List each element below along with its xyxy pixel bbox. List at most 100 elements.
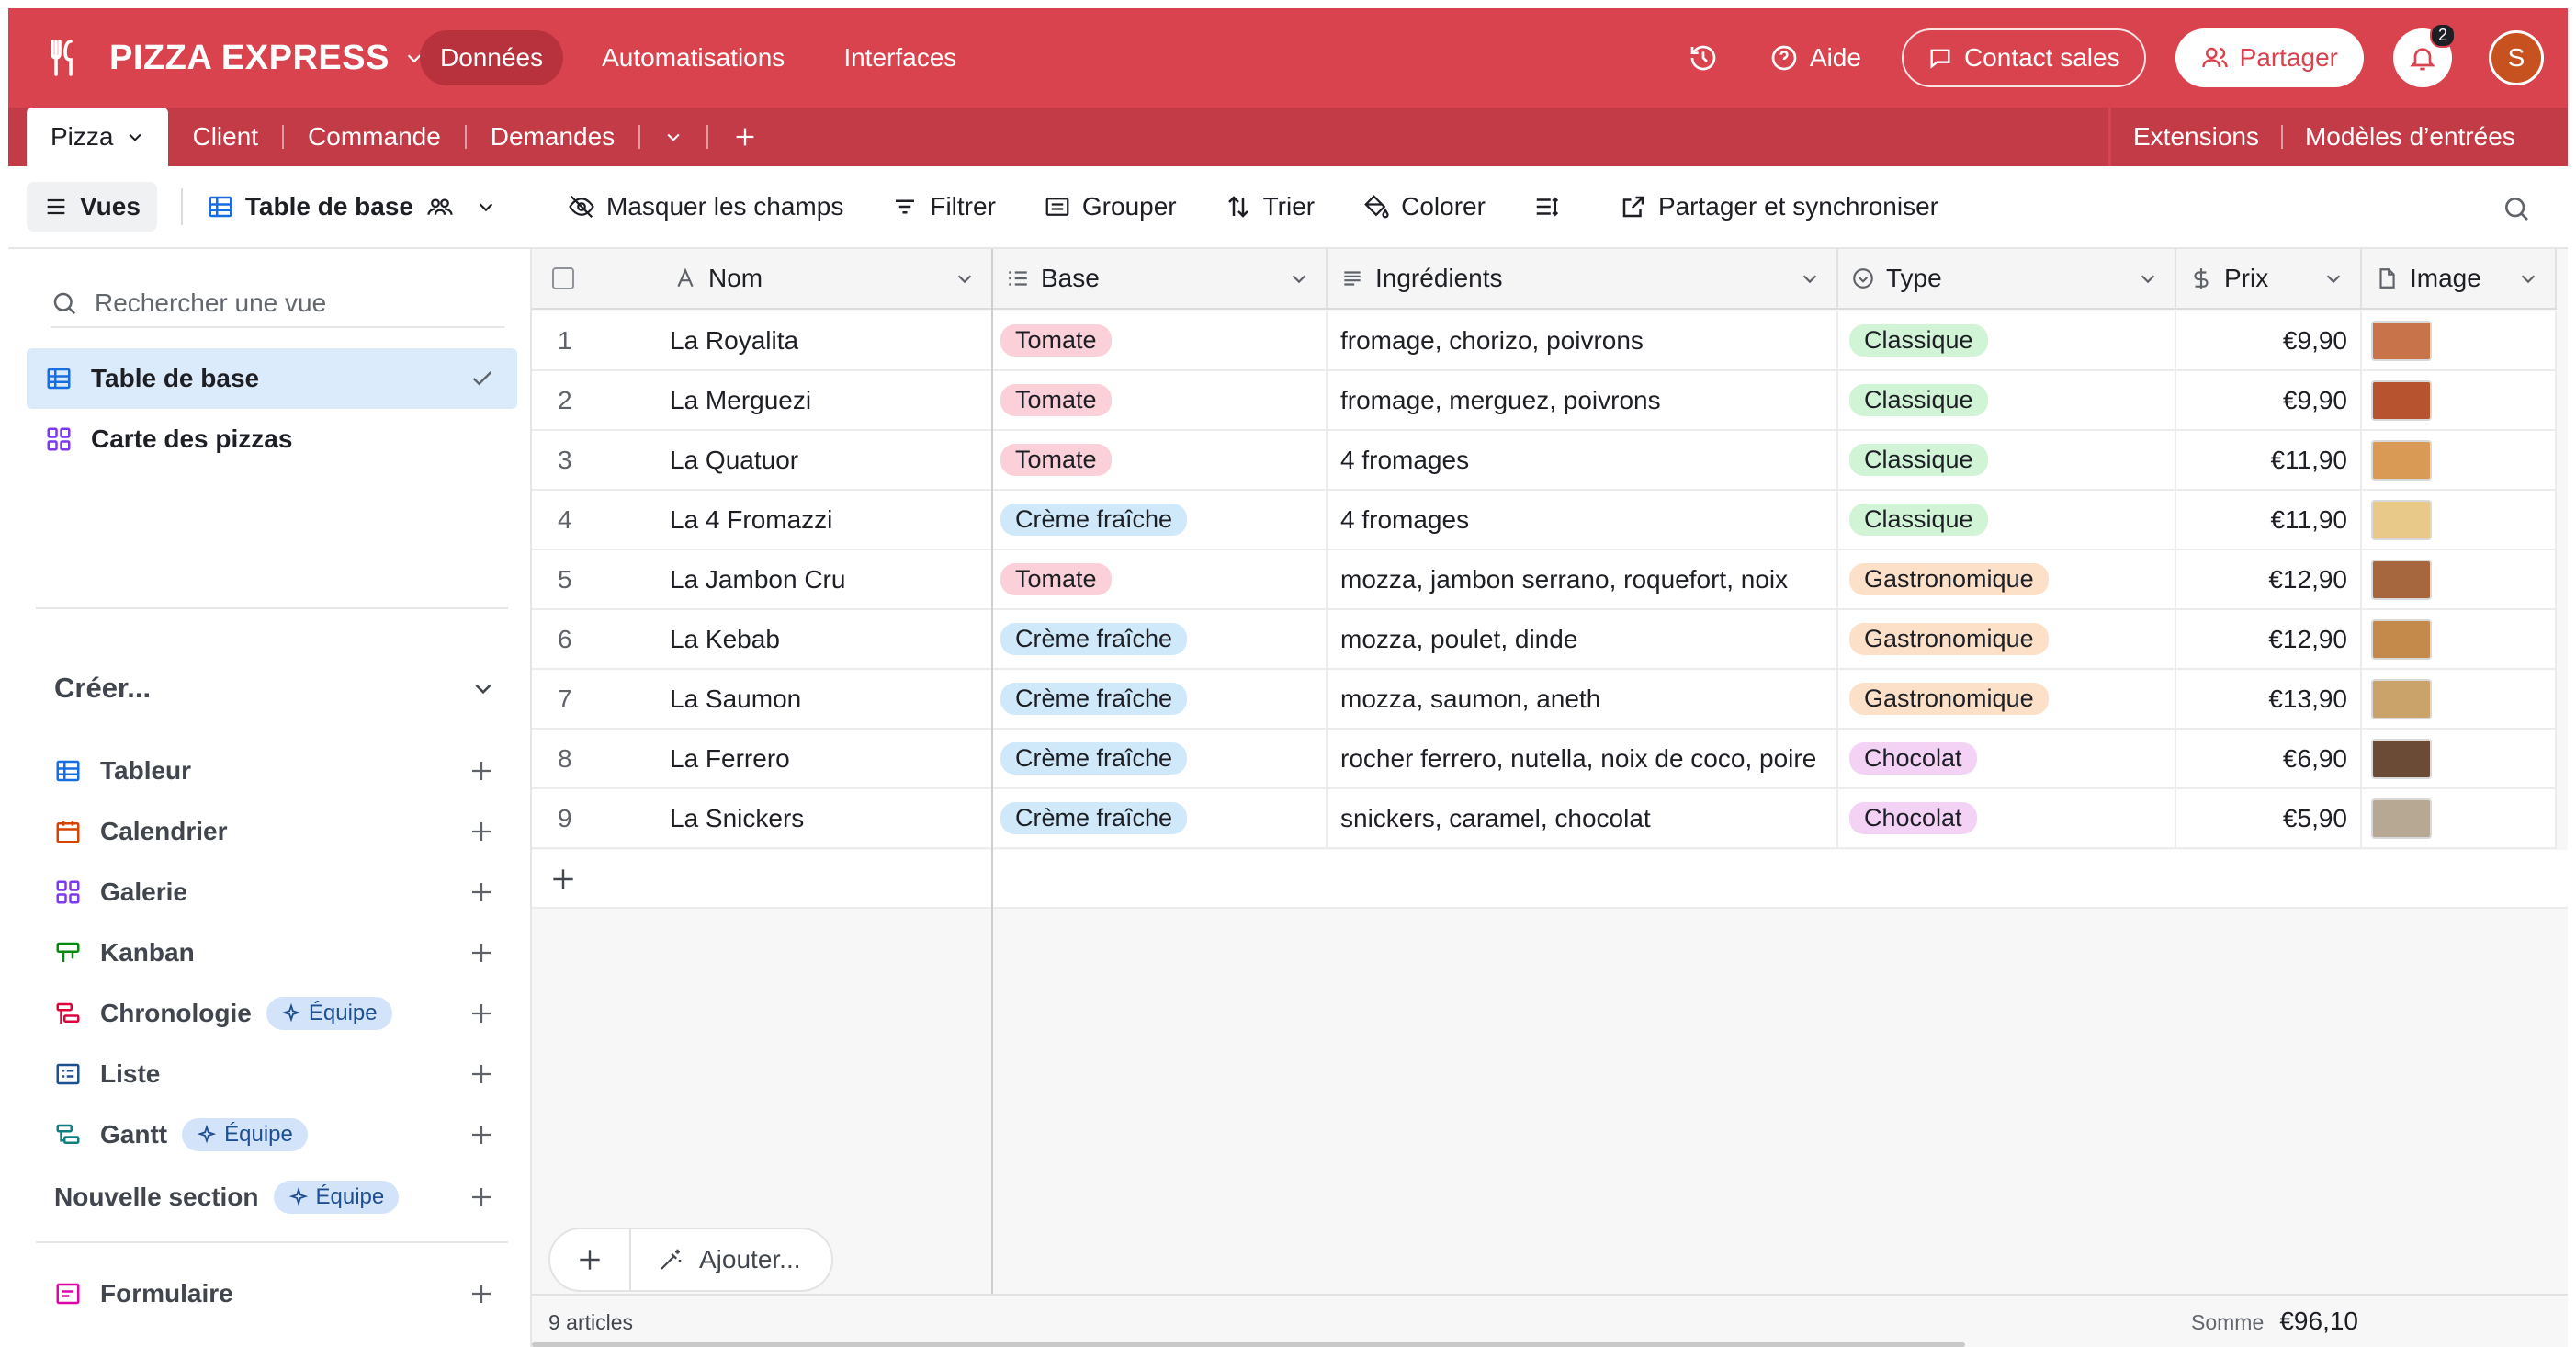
chevron-down-icon[interactable] (2518, 268, 2538, 289)
cell-type[interactable]: Gastronomique (1838, 670, 2176, 728)
cell-ingredients[interactable]: snickers, caramel, chocolat (1328, 789, 1838, 847)
cell-type[interactable]: Classique (1838, 431, 2176, 489)
cell-base[interactable]: Crème fraîche (991, 730, 1328, 787)
avatar[interactable]: S (2489, 30, 2544, 85)
chevron-down-icon[interactable] (1800, 268, 1820, 289)
column-header-image[interactable]: Image (2362, 249, 2557, 308)
column-header-type[interactable]: Type (1838, 249, 2176, 308)
row-height-button[interactable] (1533, 193, 1572, 221)
column-header-ingredients[interactable]: Ingrédients (1328, 249, 1838, 308)
cell-ingredients[interactable]: fromage, merguez, poivrons (1328, 371, 1838, 429)
add-record-button[interactable] (550, 1229, 631, 1290)
cell-image[interactable] (2362, 431, 2557, 489)
create-formulaire[interactable]: Formulaire (54, 1271, 495, 1317)
cell-type[interactable]: Chocolat (1838, 730, 2176, 787)
share-button[interactable]: Partager (2175, 28, 2364, 87)
cell-type[interactable]: Gastronomique (1838, 550, 2176, 608)
cell-prix[interactable]: €11,90 (2176, 431, 2362, 489)
cell-ingredients[interactable]: mozza, saumon, aneth (1328, 670, 1838, 728)
extensions-button[interactable]: Extensions (2111, 122, 2281, 152)
color-button[interactable]: Colorer (1362, 192, 1486, 221)
group-button[interactable]: Grouper (1044, 192, 1177, 221)
cell-type[interactable]: Gastronomique (1838, 610, 2176, 668)
column-header-nom[interactable]: Nom (532, 249, 991, 308)
cell-image[interactable] (2362, 610, 2557, 668)
table-row[interactable]: 9 La Snickers Crème fraîche snickers, caram… (532, 789, 2557, 849)
cell-image[interactable] (2362, 789, 2557, 847)
cell-type[interactable]: Chocolat (1838, 789, 2176, 847)
sidebar-view-carte-des-pizzas[interactable]: Carte des pizzas (27, 409, 517, 470)
base-switcher[interactable]: PIZZA EXPRESS (41, 30, 424, 85)
pizza-thumbnail[interactable] (2371, 379, 2432, 421)
add-table-button[interactable] (708, 108, 782, 166)
tab-pizza[interactable]: Pizza (27, 108, 169, 166)
table-row[interactable]: 5 La Jambon Cru Tomate mozza, jambon serran… (532, 550, 2557, 610)
views-toggle-button[interactable]: Vues (27, 182, 157, 232)
cell-image[interactable] (2362, 491, 2557, 549)
chevron-down-icon[interactable] (955, 268, 975, 289)
create-kanban[interactable]: Kanban (54, 930, 495, 976)
sort-button[interactable]: Trier (1225, 192, 1315, 221)
cell-nom[interactable]: La Royalita (657, 311, 991, 369)
chevron-down-icon[interactable] (2138, 268, 2158, 289)
nav-interfaces[interactable]: Interfaces (823, 30, 977, 85)
table-row[interactable]: 8 La Ferrero Crème fraîche rocher ferrero, … (532, 730, 2557, 789)
cell-image[interactable] (2362, 550, 2557, 608)
create-calendrier[interactable]: Calendrier (54, 809, 495, 855)
help-button[interactable]: Aide (1769, 43, 1861, 73)
pizza-thumbnail[interactable] (2371, 618, 2432, 660)
ai-add-button[interactable]: Ajouter... (631, 1245, 801, 1274)
cell-ingredients[interactable]: mozza, poulet, dinde (1328, 610, 1838, 668)
cell-prix[interactable]: €13,90 (2176, 670, 2362, 728)
cell-base[interactable]: Tomate (991, 311, 1328, 369)
cell-type[interactable]: Classique (1838, 311, 2176, 369)
history-button[interactable] (1689, 43, 1729, 73)
create-tableur[interactable]: Tableur (54, 748, 495, 794)
cell-prix[interactable]: €12,90 (2176, 610, 2362, 668)
chevron-down-icon[interactable] (1289, 268, 1309, 289)
cell-image[interactable] (2362, 311, 2557, 369)
cell-nom[interactable]: La Ferrero (657, 730, 991, 787)
hide-fields-button[interactable]: Masquer les champs (568, 192, 843, 221)
cell-image[interactable] (2362, 670, 2557, 728)
column-header-prix[interactable]: Prix (2176, 249, 2362, 308)
search-icon[interactable] (2502, 194, 2531, 223)
cell-base[interactable]: Crème fraîche (991, 670, 1328, 728)
tab-client[interactable]: Client (168, 108, 282, 166)
more-tables-button[interactable] (640, 108, 706, 166)
share-sync-button[interactable]: Partager et synchroniser (1620, 192, 1938, 221)
cell-base[interactable]: Crème fraîche (991, 789, 1328, 847)
create-section-toggle[interactable]: Créer... (54, 672, 495, 705)
create-nouvelle-section[interactable]: Nouvelle section Équipe (54, 1174, 495, 1220)
filter-button[interactable]: Filtrer (891, 192, 996, 221)
add-record-row[interactable] (532, 850, 2568, 909)
view-switcher[interactable]: Table de base (207, 192, 507, 221)
cell-ingredients[interactable]: fromage, chorizo, poivrons (1328, 311, 1838, 369)
cell-base[interactable]: Tomate (991, 431, 1328, 489)
horizontal-scrollbar[interactable] (532, 1342, 1965, 1347)
view-search-input[interactable]: Rechercher une vue (51, 280, 504, 328)
record-templates-button[interactable]: Modèles d’entrées (2283, 122, 2537, 152)
notifications-button[interactable]: 2 (2393, 23, 2456, 87)
cell-prix[interactable]: €11,90 (2176, 491, 2362, 549)
cell-base[interactable]: Tomate (991, 550, 1328, 608)
pizza-thumbnail[interactable] (2371, 499, 2432, 540)
select-all-checkbox[interactable] (552, 267, 574, 289)
pizza-thumbnail[interactable] (2371, 738, 2432, 779)
cell-prix[interactable]: €6,90 (2176, 730, 2362, 787)
cell-nom[interactable]: La Snickers (657, 789, 991, 847)
cell-type[interactable]: Classique (1838, 371, 2176, 429)
nav-donnees[interactable]: Données (420, 30, 564, 85)
cell-prix[interactable]: €9,90 (2176, 371, 2362, 429)
create-galerie[interactable]: Galerie (54, 869, 495, 915)
tab-commande[interactable]: Commande (284, 108, 465, 166)
table-row[interactable]: 3 La Quatuor Tomate 4 fromages Classique €11,… (532, 431, 2557, 491)
cell-nom[interactable]: La 4 Fromazzi (657, 491, 991, 549)
cell-base[interactable]: Tomate (991, 371, 1328, 429)
pizza-thumbnail[interactable] (2371, 559, 2432, 600)
nav-automatisations[interactable]: Automatisations (582, 30, 805, 85)
cell-nom[interactable]: La Saumon (657, 670, 991, 728)
table-row[interactable]: 2 La Merguezi Tomate fromage, merguez, poiv… (532, 371, 2557, 431)
cell-base[interactable]: Crème fraîche (991, 610, 1328, 668)
create-chronologie[interactable]: Chronologie Équipe (54, 990, 495, 1036)
